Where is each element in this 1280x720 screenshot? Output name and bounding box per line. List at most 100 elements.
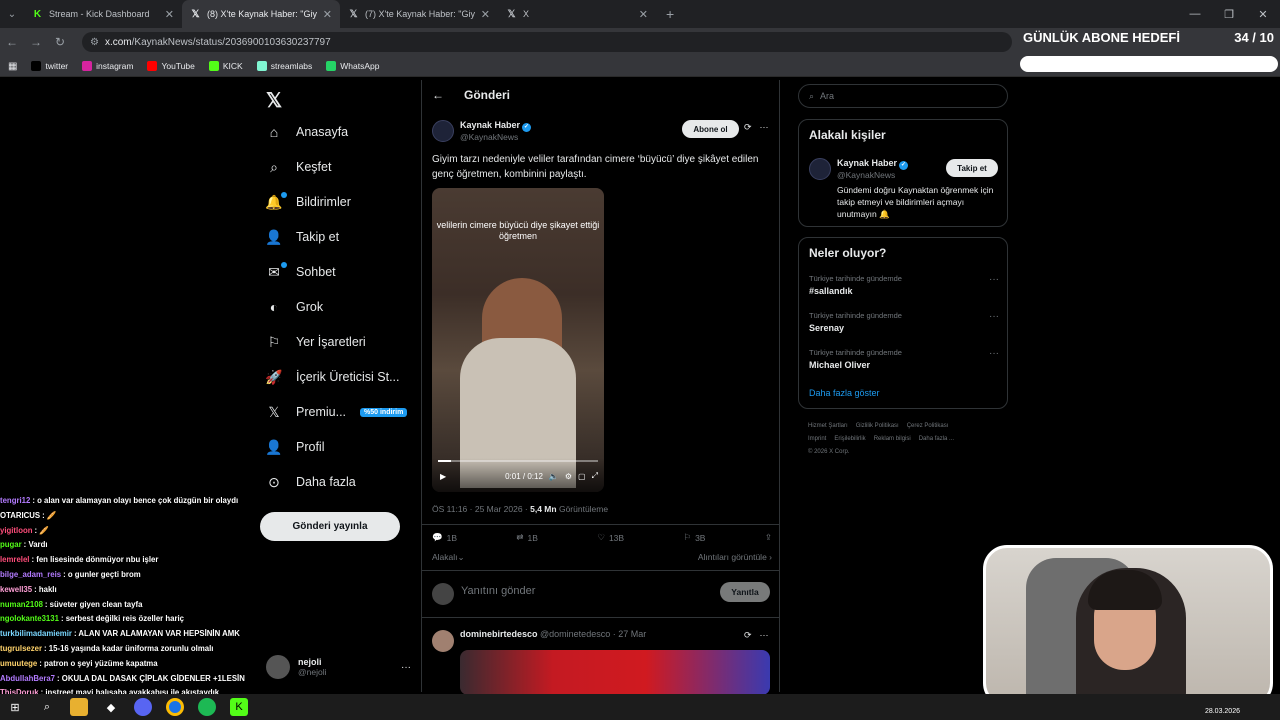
- minimize-button[interactable]: —: [1178, 8, 1212, 20]
- more-options-icon[interactable]: ···: [760, 122, 769, 133]
- sidebar-item-profil[interactable]: 👤 Profil: [265, 439, 324, 455]
- reply-author-avatar[interactable]: [432, 630, 454, 652]
- bookmark-action[interactable]: ⚐ 3B: [683, 532, 705, 543]
- post-button[interactable]: Gönderi yayınla: [260, 512, 400, 541]
- footer-link[interactable]: Daha fazla ...: [919, 436, 954, 442]
- more-options-icon[interactable]: ···: [989, 348, 999, 359]
- site-info-icon[interactable]: ⚙: [90, 37, 99, 48]
- related-handle[interactable]: @KaynakNews: [837, 170, 895, 180]
- reply-author[interactable]: dominebirtedesco @dominetedesco · 27 Mar: [460, 629, 646, 639]
- spotify-icon[interactable]: [198, 698, 216, 716]
- bookmark-item[interactable]: KICK: [208, 61, 243, 71]
- browser-tab[interactable]: K Stream - Kick Dashboard ✕: [24, 0, 182, 28]
- sidebar-item-takip-et[interactable]: 👤 Takip et: [265, 229, 339, 245]
- show-more-link[interactable]: Daha fazla göster: [809, 388, 880, 398]
- author-name[interactable]: Kaynak Haber ✓: [460, 120, 532, 132]
- footer-link[interactable]: Imprint: [808, 436, 826, 442]
- like-action[interactable]: ♡ 13B: [597, 532, 624, 543]
- chrome-icon[interactable]: [166, 698, 184, 716]
- browser-tab[interactable]: 𝕏 (7) X'te Kaynak Haber: "Giyim tarzı ✕: [340, 0, 498, 28]
- kick-icon[interactable]: K: [230, 698, 248, 716]
- bookmark-item[interactable]: streamlabs: [256, 61, 312, 71]
- file-explorer-icon[interactable]: [70, 698, 88, 716]
- grok-icon[interactable]: ⟳: [744, 122, 752, 133]
- bookmark-item[interactable]: WhatsApp: [326, 61, 380, 71]
- windows-start-icon[interactable]: ⊞: [6, 698, 24, 716]
- footer-link[interactable]: Çerez Politikası: [907, 423, 949, 429]
- pip-icon[interactable]: ▢: [578, 472, 586, 481]
- author-avatar[interactable]: [432, 120, 454, 142]
- sidebar-item-anasayfa[interactable]: ⌂ Anasayfa: [266, 124, 348, 140]
- maximize-button[interactable]: ❐: [1212, 8, 1246, 21]
- back-button[interactable]: ←: [0, 35, 24, 49]
- close-tab-icon[interactable]: ✕: [639, 8, 648, 21]
- url-bar[interactable]: ⚙ x.com/KaynakNews/status/20369001036302…: [82, 32, 1012, 52]
- forward-button[interactable]: →: [24, 35, 48, 49]
- footer-link[interactable]: Hizmet Şartları: [808, 423, 848, 429]
- chat-text: OKULA DAL DASAK ÇİPLAK GİDENLER +1LESİN: [61, 673, 245, 683]
- author-handle[interactable]: @KaynakNews: [460, 132, 518, 142]
- settings-icon[interactable]: ⚙: [565, 472, 572, 481]
- subscribe-button[interactable]: Abone ol: [682, 120, 739, 138]
- trend-item[interactable]: Türkiye tarihinde gündemde Serenay ···: [809, 311, 999, 333]
- fullscreen-icon[interactable]: ⤢: [592, 471, 598, 481]
- footer-link[interactable]: Erişilebilirlik: [834, 436, 865, 442]
- view-quotes-link[interactable]: Alıntıları görüntüle ›: [698, 552, 772, 563]
- back-arrow-icon[interactable]: ←: [432, 88, 444, 102]
- repost-action[interactable]: ⇄ 1B: [516, 532, 538, 543]
- sidebar-item-i-erik-reticisi-st-[interactable]: 🚀 İçerik Üreticisi St...: [265, 369, 399, 385]
- reload-button[interactable]: ↻: [48, 35, 72, 49]
- follow-button[interactable]: Takip et: [946, 159, 998, 177]
- close-tab-icon[interactable]: ✕: [165, 8, 174, 21]
- search-icon[interactable]: ⌕: [38, 698, 56, 716]
- close-tab-icon[interactable]: ✕: [323, 8, 332, 21]
- bookmark-item[interactable]: twitter: [31, 61, 68, 71]
- sidebar-item-yer-i-aretleri[interactable]: ⚐ Yer İşaretleri: [266, 334, 366, 350]
- tab-list-button[interactable]: ⌄: [0, 0, 24, 28]
- browser-tab[interactable]: 𝕏 X ✕: [498, 0, 656, 28]
- share-icon[interactable]: ⇪: [765, 532, 772, 543]
- sidebar-item-bildirimler[interactable]: 🔔 Bildirimler: [265, 192, 351, 210]
- search-input[interactable]: ⌕ Ara: [798, 84, 1008, 108]
- sidebar-item-premiu-[interactable]: 𝕏 Premiu... %50 indirim: [266, 404, 408, 420]
- post-sub-links: Alakalı⌄ Alıntıları görüntüle ›: [432, 552, 772, 563]
- footer-link[interactable]: Reklam bilgisi: [874, 436, 911, 442]
- more-options-icon[interactable]: ···: [760, 630, 769, 641]
- author-avatar[interactable]: [809, 158, 831, 180]
- more-options-icon[interactable]: ···: [989, 274, 999, 285]
- more-circle-icon: ⊙: [268, 473, 280, 490]
- footer-link[interactable]: © 2026 X Corp.: [808, 449, 849, 455]
- reply-input[interactable]: Yanıtını gönder: [461, 585, 535, 597]
- reply-action[interactable]: 💬 1B: [432, 532, 457, 543]
- account-switcher[interactable]: nejoli @nejoli ···: [266, 652, 411, 682]
- trend-item[interactable]: Türkiye tarihinde gündemde #sallandık ···: [809, 274, 999, 296]
- reply-media[interactable]: [460, 650, 770, 695]
- play-icon[interactable]: ▶: [440, 472, 446, 481]
- sidebar-item-sohbet[interactable]: ✉ Sohbet: [266, 262, 336, 280]
- close-tab-icon[interactable]: ✕: [481, 8, 490, 21]
- video-player[interactable]: velilerin cimere büyücü diye şikayet ett…: [432, 188, 604, 492]
- new-tab-button[interactable]: +: [666, 6, 674, 22]
- chat-username: turkbilimadamiemir: [0, 629, 72, 639]
- grok-icon[interactable]: ⟳: [744, 630, 752, 641]
- x-logo-icon[interactable]: 𝕏: [266, 88, 282, 113]
- related-name[interactable]: Kaynak Haber ✓: [837, 158, 909, 170]
- sidebar-item-grok[interactable]: ◐ Grok: [266, 299, 323, 315]
- sidebar-item-ke-fet[interactable]: ⌕ Keşfet: [266, 159, 331, 175]
- volume-icon[interactable]: 🔈: [549, 472, 559, 481]
- close-window-button[interactable]: ✕: [1246, 8, 1280, 21]
- bookmark-item[interactable]: instagram: [82, 61, 133, 71]
- browser-tab[interactable]: 𝕏 (8) X'te Kaynak Haber: "Giyim tarzı ✕: [182, 0, 340, 28]
- trend-item[interactable]: Türkiye tarihinde gündemde Michael Oliver…: [809, 348, 999, 370]
- apps-grid-icon[interactable]: ▦: [8, 61, 17, 72]
- reply-button[interactable]: Yanıtla: [720, 582, 770, 602]
- video-progress-bar[interactable]: [438, 460, 598, 462]
- sidebar-item-daha-fazla[interactable]: ⊙ Daha fazla: [266, 474, 356, 490]
- discord-icon[interactable]: [134, 698, 152, 716]
- more-options-icon[interactable]: ···: [401, 662, 411, 673]
- footer-link[interactable]: Gizlilik Politikası: [856, 423, 899, 429]
- relevance-sort[interactable]: Alakalı⌄: [432, 552, 465, 563]
- bookmark-item[interactable]: YouTube: [147, 61, 195, 71]
- app-icon[interactable]: ◆: [102, 698, 120, 716]
- more-options-icon[interactable]: ···: [989, 311, 999, 322]
